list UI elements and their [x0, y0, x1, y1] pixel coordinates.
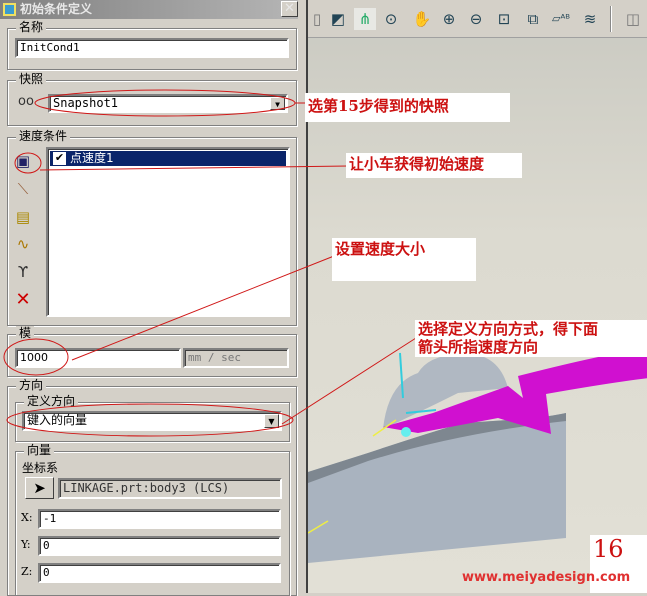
vector-group-label: 向量: [24, 443, 55, 458]
list-item-label: 点速度1: [70, 151, 114, 165]
x-input[interactable]: -1: [38, 509, 281, 529]
dialog-app-icon: [3, 3, 16, 16]
arrow-cursor-icon: ➤: [33, 479, 46, 497]
named-view-icon[interactable]: ▱ᴬᴮ: [550, 8, 572, 30]
direction-callout-line1: 选择定义方向方式，得下面: [418, 320, 599, 338]
name-group-label: 名称: [16, 20, 47, 35]
spin-center-icon[interactable]: ⊙: [380, 8, 402, 30]
zoom-in-icon[interactable]: ⊕: [438, 8, 460, 30]
units-field: mm / sec: [183, 348, 289, 368]
motion-axis-velocity-icon[interactable]: ⟍: [12, 178, 34, 200]
direction-callout: 选择定义方向方式，得下面 箭头所指速度方向: [415, 320, 647, 357]
layers-icon[interactable]: ≋: [579, 8, 601, 30]
delete-icon[interactable]: ✕: [12, 289, 34, 311]
velocity-callout: 让小车获得初始速度: [346, 153, 522, 178]
list-item-checkbox[interactable]: ✔: [53, 152, 66, 165]
csys-field: LINKAGE.prt:body3 (LCS): [58, 478, 282, 499]
z-label: Z:: [21, 565, 33, 578]
direction-callout-line2: 箭头所指速度方向: [418, 338, 539, 356]
magnitude-callout: 设置速度大小: [332, 238, 476, 281]
graphics-viewport[interactable]: ▯ ◩ ⋔ ⊙ ✋ ⊕ ⊖ ⊡ ⧉ ▱ᴬᴮ ≋ ◫: [306, 0, 647, 593]
direction-group-label: 方向: [16, 378, 47, 393]
snapshot-selected: Snapshot1: [53, 96, 119, 110]
glasses-icon: oo: [18, 94, 34, 109]
reorient-icon[interactable]: ⧉: [522, 8, 544, 30]
chevron-down-icon[interactable]: ▼: [270, 97, 285, 110]
dialog-title-bar[interactable]: 初始条件定义 ✕: [0, 0, 298, 19]
list-item[interactable]: ✔ 点速度1: [50, 151, 286, 166]
display-style-icon[interactable]: ◫: [622, 8, 644, 30]
csys-label: 坐标系: [22, 461, 59, 475]
magnitude-group-label: 模: [16, 326, 35, 341]
define-direction-select[interactable]: 键入的向量 ▼: [22, 411, 282, 431]
x-label: X:: [21, 511, 33, 524]
datum-display-icon[interactable]: ⋔: [354, 8, 376, 30]
velocity-conditions-list[interactable]: ✔ 点速度1: [46, 147, 290, 317]
y-label: Y:: [21, 538, 31, 551]
snapshot-callout: 选第15步得到的快照: [305, 93, 510, 122]
slot-velocity-icon[interactable]: ∿: [12, 233, 34, 255]
toolbar-separator: [610, 6, 612, 32]
refit-icon[interactable]: ⊡: [493, 8, 515, 30]
velocity-group-label: 速度条件: [16, 129, 71, 144]
dialog-title: 初始条件定义: [20, 2, 93, 16]
point-velocity-icon[interactable]: ▣: [12, 150, 34, 172]
step-number: 16: [593, 535, 624, 563]
define-direction-label: 定义方向: [24, 394, 79, 409]
orient-icon[interactable]: ▯: [306, 8, 328, 30]
pan-icon[interactable]: ✋: [411, 8, 433, 30]
csys-origin: [401, 427, 411, 437]
zoom-out-icon[interactable]: ⊖: [465, 8, 487, 30]
chevron-down-icon[interactable]: ▼: [264, 414, 279, 428]
body-velocity-icon[interactable]: ▤: [12, 206, 34, 228]
select-csys-button[interactable]: ➤: [25, 477, 54, 499]
snapshot-select[interactable]: Snapshot1 ▼: [48, 94, 288, 113]
website-watermark: www.meiyadesign.com: [462, 570, 631, 585]
magnitude-input[interactable]: 1000: [15, 348, 181, 368]
name-input[interactable]: InitCond1: [15, 38, 289, 58]
define-direction-selected: 键入的向量: [27, 413, 88, 427]
z-input[interactable]: 0: [38, 563, 281, 583]
close-button[interactable]: ✕: [281, 1, 298, 17]
view-icon[interactable]: ◩: [327, 8, 349, 30]
evaluate-icon[interactable]: ϒ: [12, 261, 34, 283]
view-toolbar: ▯ ◩ ⋔ ⊙ ✋ ⊕ ⊖ ⊡ ⧉ ▱ᴬᴮ ≋ ◫: [308, 0, 647, 38]
y-input[interactable]: 0: [38, 536, 281, 556]
snapshot-group-label: 快照: [16, 72, 47, 87]
initial-condition-dialog: 初始条件定义 ✕ 名称 InitCond1 快照 oo Snapshot1 ▼ …: [0, 0, 298, 596]
